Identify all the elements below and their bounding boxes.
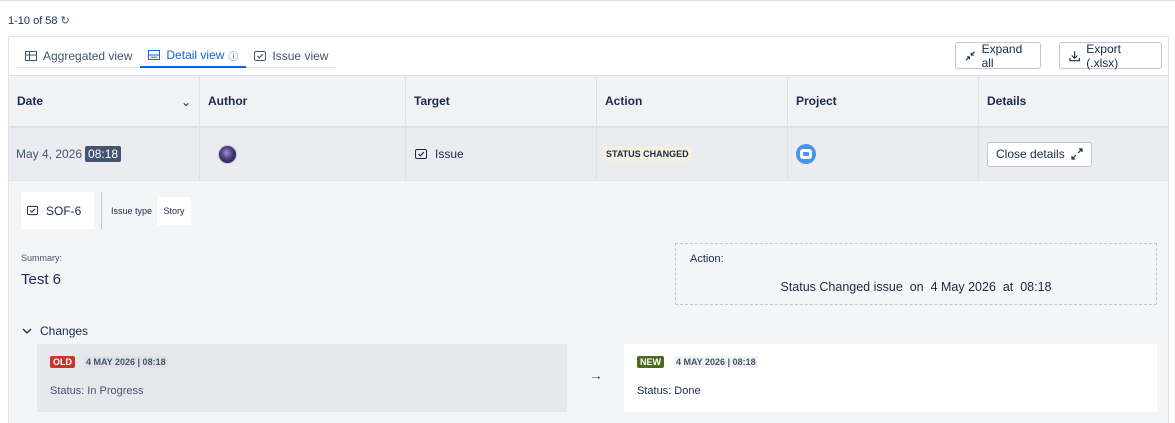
tab-label: Aggregated view xyxy=(43,49,133,63)
old-tag: OLD xyxy=(50,356,75,368)
action-text: Status Changed issue on 4 May 2026 at 08… xyxy=(780,280,1052,294)
cell-date: May 4, 2026 08:18 xyxy=(9,128,200,180)
column-header-project: Project xyxy=(788,76,979,126)
table-header: Date ⌄ Author Target Action Project Deta… xyxy=(9,75,1168,128)
column-label: Details xyxy=(987,94,1027,108)
table-row[interactable]: May 4, 2026 08:18 Issue STATUS CHANGED C… xyxy=(9,128,1168,181)
chevron-down-icon[interactable]: ⌄ xyxy=(181,95,191,109)
tab-aggregated-view[interactable]: Aggregated view xyxy=(17,44,140,68)
table-icon xyxy=(25,51,37,61)
column-header-details: Details xyxy=(979,76,1168,126)
column-label: Action xyxy=(605,94,643,108)
arrow-right-icon: → xyxy=(589,367,603,383)
target-label: Issue xyxy=(435,147,464,161)
column-label: Target xyxy=(414,94,450,108)
changes-label: Changes xyxy=(40,324,89,338)
column-header-action: Action xyxy=(597,76,788,126)
issue-checkbox-icon xyxy=(415,149,427,159)
close-details-button[interactable]: Close details xyxy=(987,141,1092,167)
chevron-down-icon xyxy=(22,328,32,334)
time-badge: 08:18 xyxy=(85,146,122,162)
date-text: May 4, 2026 xyxy=(16,147,83,161)
tab-label: Detail view xyxy=(166,48,225,62)
cell-action: STATUS CHANGED xyxy=(597,128,788,180)
column-header-author: Author xyxy=(200,76,406,126)
column-header-target: Target xyxy=(406,76,597,126)
range-label: 1-10 of 58 xyxy=(8,14,58,27)
changes-toggle[interactable]: Changes xyxy=(21,324,88,338)
export-button[interactable]: Export (.xlsx) xyxy=(1059,41,1162,70)
column-header-date[interactable]: Date ⌄ xyxy=(9,76,200,126)
issue-checkbox-icon xyxy=(27,205,38,216)
old-status: Status: In Progress xyxy=(50,385,144,397)
top-divider xyxy=(0,0,1175,1)
expand-all-button[interactable]: Expand all xyxy=(955,41,1041,70)
issue-type-value: Story xyxy=(157,197,191,225)
column-label: Project xyxy=(796,94,837,108)
collapse-arrows-icon xyxy=(965,50,976,61)
new-value-card: NEW 4 MAY 2026 | 08:18 Status: Done xyxy=(624,344,1157,412)
issue-type-label: Issue type xyxy=(111,206,153,216)
new-tag: NEW xyxy=(637,356,664,368)
new-timestamp: 4 MAY 2026 | 08:18 xyxy=(674,356,758,368)
divider xyxy=(101,192,102,229)
refresh-icon[interactable]: ↻ xyxy=(61,14,70,27)
audit-log-panel: Aggregated view Detail view ⓘ Issue view… xyxy=(8,36,1169,423)
expand-all-label: Expand all xyxy=(981,41,1023,70)
cell-project xyxy=(788,128,979,180)
issue-key: SOF-6 xyxy=(46,203,82,218)
download-icon xyxy=(1069,50,1080,61)
action-label: Action: xyxy=(690,253,724,265)
avatar[interactable] xyxy=(218,144,237,164)
tab-detail-view[interactable]: Detail view ⓘ xyxy=(140,44,247,68)
tab-label: Issue view xyxy=(272,49,329,63)
view-tabs: Aggregated view Detail view ⓘ Issue view xyxy=(17,44,337,68)
tab-issue-view[interactable]: Issue view xyxy=(246,44,336,68)
expand-arrows-icon xyxy=(1071,148,1083,160)
detail-view-icon xyxy=(148,50,161,60)
summary-label: Summary: xyxy=(21,253,63,263)
cell-details: Close details xyxy=(979,128,1168,180)
project-icon[interactable] xyxy=(796,144,816,164)
cell-target: Issue xyxy=(406,128,597,180)
close-details-label: Close details xyxy=(996,147,1065,161)
info-icon[interactable]: ⓘ xyxy=(228,48,238,63)
summary-value: Test 6 xyxy=(21,271,62,288)
issue-checkbox-icon xyxy=(254,51,267,61)
status-badge: STATUS CHANGED xyxy=(603,147,692,161)
column-label: Date xyxy=(17,94,44,108)
new-status: Status: Done xyxy=(637,385,701,397)
column-label: Author xyxy=(208,94,248,108)
pagination-range: 1-10 of 58 ↻ xyxy=(8,14,70,28)
view-toolbar: Aggregated view Detail view ⓘ Issue view… xyxy=(9,37,1168,75)
details-panel: SOF-6 Issue type Story Summary: Test 6 A… xyxy=(9,181,1168,423)
action-box: Action: Status Changed issue on 4 May 20… xyxy=(675,243,1157,305)
old-value-card: OLD 4 MAY 2026 | 08:18 Status: In Progre… xyxy=(37,344,567,412)
export-label: Export (.xlsx) xyxy=(1086,41,1121,70)
cell-author xyxy=(200,128,406,180)
old-timestamp: 4 MAY 2026 | 08:18 xyxy=(84,356,168,368)
issue-key-box[interactable]: SOF-6 xyxy=(21,192,94,229)
